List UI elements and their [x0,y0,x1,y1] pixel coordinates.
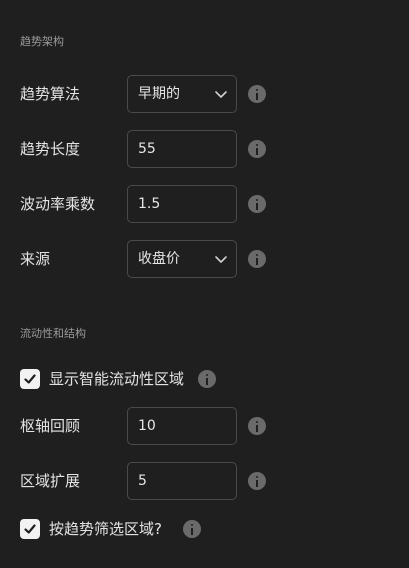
row-trend-algorithm: 趋势算法 早期的 [0,75,409,113]
trend-algorithm-select[interactable]: 早期的 [127,75,237,113]
section-title-trend: 趋势架构 [20,35,64,48]
info-icon[interactable] [248,417,266,435]
trend-length-value: 55 [138,141,156,157]
info-icon[interactable] [248,85,266,103]
checkmark-icon [24,374,36,384]
row-volatility-multiplier: 波动率乘数 1.5 [0,185,409,223]
zone-extension-label: 区域扩展 [20,472,81,490]
row-pivot-lookback: 枢轴回顾 10 [0,407,409,445]
zone-extension-value: 5 [138,473,147,489]
show-zones-label[interactable]: 显示智能流动性区域 [49,360,184,398]
zone-extension-input[interactable]: 5 [127,462,237,500]
trend-algorithm-value: 早期的 [138,86,180,102]
pivot-lookback-label: 枢轴回顾 [20,417,81,435]
volatility-multiplier-input[interactable]: 1.5 [127,185,237,223]
row-trend-length: 趋势长度 55 [0,130,409,168]
row-show-zones: 显示智能流动性区域 [0,360,409,398]
source-value: 收盘价 [138,251,180,267]
info-icon[interactable] [183,520,201,538]
trend-length-input[interactable]: 55 [127,130,237,168]
trend-algorithm-label: 趋势算法 [20,85,81,103]
filter-by-trend-label[interactable]: 按趋势筛选区域? [49,510,162,548]
source-select[interactable]: 收盘价 [127,240,237,278]
source-label: 来源 [20,250,51,268]
row-zone-extension: 区域扩展 5 [0,462,409,500]
checkmark-icon [24,524,36,534]
pivot-lookback-value: 10 [138,418,156,434]
info-icon[interactable] [198,370,216,388]
filter-by-trend-checkbox[interactable] [20,519,40,539]
show-zones-checkbox[interactable] [20,369,40,389]
trend-length-label: 趋势长度 [20,140,81,158]
pivot-lookback-input[interactable]: 10 [127,407,237,445]
chevron-down-icon [215,256,227,263]
info-icon[interactable] [248,472,266,490]
info-icon[interactable] [248,140,266,158]
chevron-down-icon [215,91,227,98]
row-filter-by-trend: 按趋势筛选区域? [0,510,409,548]
row-source: 来源 收盘价 [0,240,409,278]
info-icon[interactable] [248,195,266,213]
volatility-multiplier-value: 1.5 [138,196,161,212]
info-icon[interactable] [248,250,266,268]
section-title-liquidity: 流动性和结构 [20,327,86,340]
volatility-multiplier-label: 波动率乘数 [20,195,96,213]
